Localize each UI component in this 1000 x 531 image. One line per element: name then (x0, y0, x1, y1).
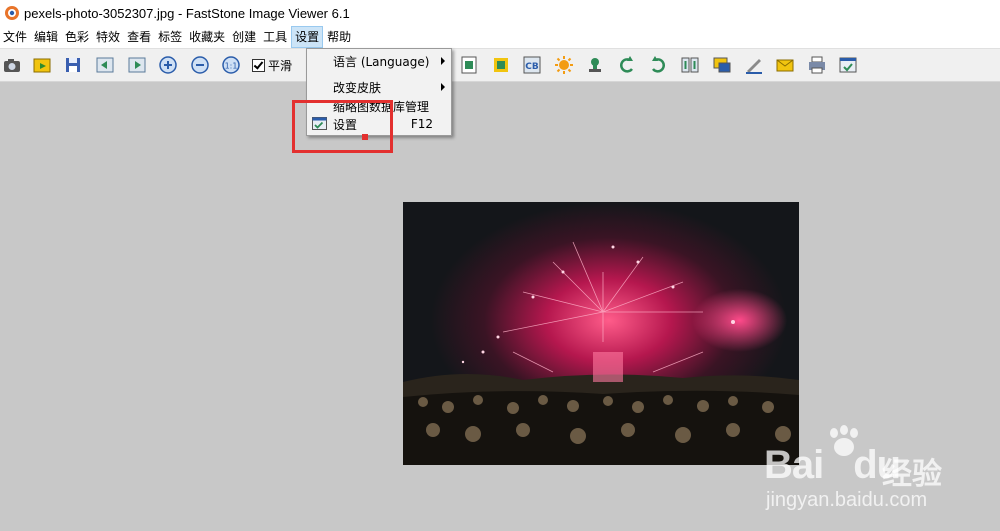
smooth-toggle[interactable]: 平滑 (252, 57, 292, 74)
email-icon[interactable] (775, 55, 795, 75)
rotate-left-icon[interactable] (617, 55, 637, 75)
watermark-cn: 经验 (882, 457, 942, 492)
menu-tags[interactable]: 标签 (155, 26, 185, 48)
annotation-cursor-marker (362, 134, 368, 140)
camera-icon[interactable] (2, 55, 22, 75)
menu-item-settings-shortcut: F12 (410, 117, 433, 131)
menu-effects[interactable]: 特效 (93, 26, 123, 48)
open-folder-icon[interactable] (32, 55, 52, 75)
menu-bar: 文件 编辑 色彩 特效 查看 标签 收藏夹 创建 工具 设置 帮助 (0, 26, 1000, 49)
crop-icon[interactable] (491, 55, 511, 75)
menu-file[interactable]: 文件 (0, 26, 30, 48)
next-icon[interactable] (127, 55, 147, 75)
rotate-right-icon[interactable] (648, 55, 668, 75)
menu-item-language-label: 语言 (Language) (333, 54, 430, 69)
menu-create[interactable]: 创建 (229, 26, 259, 48)
menu-colors[interactable]: 色彩 (62, 26, 92, 48)
svg-text:1:1: 1:1 (225, 62, 238, 71)
prev-icon[interactable] (95, 55, 115, 75)
menu-favorites[interactable]: 收藏夹 (186, 26, 228, 48)
toolbar: 1:1 平滑 CB (0, 49, 1000, 82)
cb-icon[interactable]: CB (522, 55, 542, 75)
stamp-icon[interactable] (585, 55, 605, 75)
svg-text:CB: CB (525, 62, 539, 72)
smooth-label: 平滑 (268, 59, 293, 73)
menu-edit[interactable]: 编辑 (31, 26, 61, 48)
compare-icon[interactable] (680, 55, 700, 75)
watermark-url: jingyan.baidu.com (766, 489, 928, 511)
menu-tools[interactable]: 工具 (260, 26, 290, 48)
menu-settings[interactable]: 设置 (291, 26, 324, 48)
menu-item-language[interactable]: 语言 (Language) (307, 49, 451, 73)
baidu-watermark: Bai du 经验 jingyan.baidu.com (760, 425, 1000, 525)
print-icon[interactable] (807, 55, 827, 75)
title-bar: pexels-photo-3052307.jpg - FastStone Ima… (0, 0, 1000, 26)
menu-view[interactable]: 查看 (124, 26, 154, 48)
submenu-arrow-icon (441, 83, 445, 91)
slideshow-icon[interactable] (712, 55, 732, 75)
zoom-in-icon[interactable] (158, 55, 178, 75)
settings-icon[interactable] (838, 55, 858, 75)
resize-icon[interactable] (459, 55, 479, 75)
zoom-out-icon[interactable] (190, 55, 210, 75)
actual-size-icon[interactable]: 1:1 (221, 55, 241, 75)
menu-item-change-skin-label: 改变皮肤 (333, 80, 382, 95)
save-icon[interactable] (63, 55, 83, 75)
annotation-highlight-box (292, 100, 393, 153)
brightness-icon[interactable] (554, 55, 574, 75)
watermark-brand: Bai du (764, 443, 901, 487)
photo-concert-fireworks (403, 202, 799, 465)
smooth-checkbox[interactable] (252, 59, 265, 72)
window-title: pexels-photo-3052307.jpg - FastStone Ima… (24, 5, 350, 21)
app-logo-icon (4, 5, 20, 21)
menu-help[interactable]: 帮助 (324, 26, 354, 48)
submenu-arrow-icon (441, 57, 445, 65)
draw-icon[interactable] (744, 55, 764, 75)
